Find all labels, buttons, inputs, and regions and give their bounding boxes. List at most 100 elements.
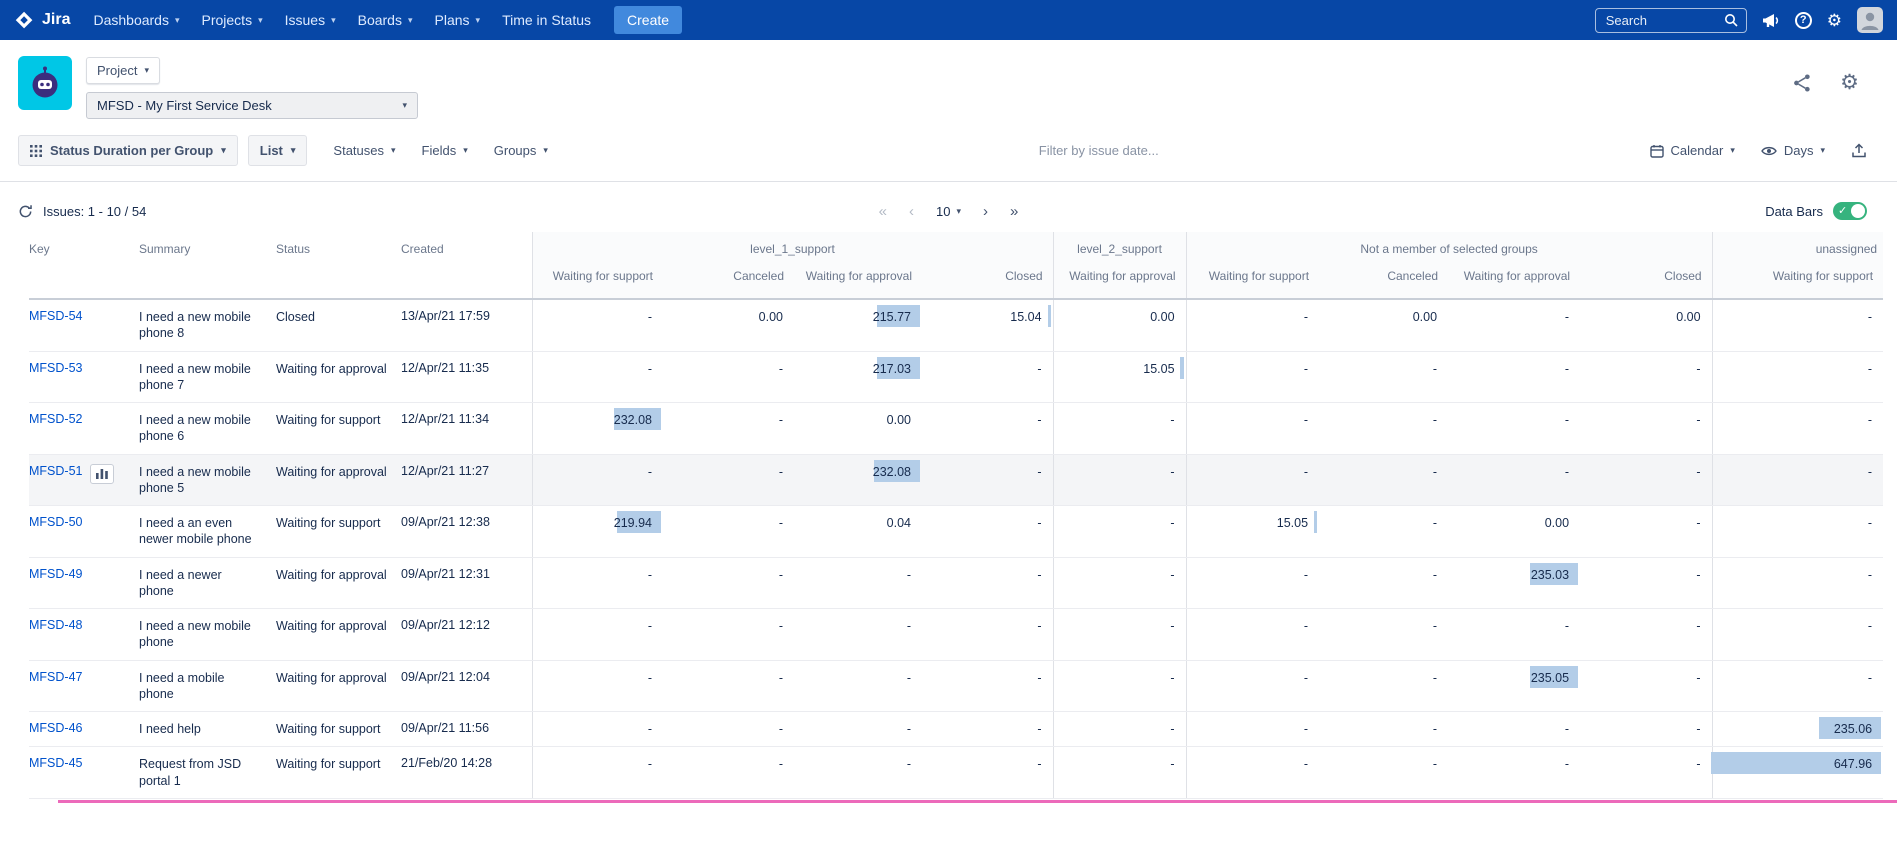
- create-button[interactable]: Create: [614, 6, 682, 34]
- bar-chart-icon[interactable]: [90, 464, 114, 484]
- groups-dropdown[interactable]: Groups▾: [494, 143, 548, 158]
- summary-cell: I need a new mobile phone 6: [139, 403, 276, 455]
- chevron-down-icon: ▾: [1730, 146, 1735, 155]
- status-column-header[interactable]: Waiting for support: [1186, 260, 1319, 299]
- issue-row: MFSD-45Request from JSD portal 1Waiting …: [29, 747, 1883, 799]
- status-column-header[interactable]: Canceled: [663, 260, 794, 299]
- nav-item-issues[interactable]: Issues▾: [274, 12, 347, 28]
- project-avatar[interactable]: [18, 56, 72, 110]
- issue-row: MFSD-52I need a new mobile phone 6Waitin…: [29, 403, 1883, 455]
- issue-key-link[interactable]: MFSD-46: [29, 721, 82, 735]
- chevron-down-icon: ▾: [144, 66, 149, 75]
- project-header: Project▾ MFSD - My First Service Desk▾ ⚙: [0, 40, 1897, 127]
- time-unit-dropdown[interactable]: Days ▾: [1761, 143, 1825, 158]
- prev-page-button[interactable]: ‹: [909, 203, 914, 220]
- calendar-dropdown[interactable]: Calendar ▾: [1650, 143, 1735, 158]
- issue-key-link[interactable]: MFSD-52: [29, 412, 82, 426]
- group-header: level_2_support: [1053, 232, 1186, 260]
- settings-gear-icon[interactable]: ⚙: [1827, 12, 1842, 29]
- bottom-accent-line: [58, 800, 1897, 803]
- issue-key-link[interactable]: MFSD-54: [29, 309, 82, 323]
- column-header-summary[interactable]: Summary: [139, 232, 276, 299]
- status-column-header[interactable]: Waiting for approval: [794, 260, 922, 299]
- chevron-down-icon: ▾: [543, 146, 548, 155]
- duration-cell: -: [1319, 351, 1448, 403]
- status-column-header[interactable]: Closed: [922, 260, 1053, 299]
- duration-cell: -: [1186, 403, 1319, 455]
- status-column-header[interactable]: Waiting for support: [1712, 260, 1883, 299]
- search-box[interactable]: [1595, 8, 1747, 33]
- chevron-down-icon: ▾: [331, 16, 336, 25]
- nav-item-plans[interactable]: Plans▾: [424, 12, 492, 28]
- share-icon[interactable]: [1792, 73, 1812, 93]
- duration-cell: 232.08: [794, 454, 922, 506]
- report-type-button[interactable]: Status Duration per Group ▾: [18, 135, 238, 166]
- issue-key-link[interactable]: MFSD-50: [29, 515, 82, 529]
- column-header-key[interactable]: Key: [29, 232, 139, 299]
- duration-cell: -: [1053, 747, 1186, 799]
- status-column-header[interactable]: Waiting for approval: [1053, 260, 1186, 299]
- duration-cell: -: [1319, 660, 1448, 712]
- duration-cell: -: [794, 660, 922, 712]
- status-column-header[interactable]: Waiting for support: [532, 260, 663, 299]
- announcement-icon[interactable]: [1762, 13, 1780, 28]
- status-column-header[interactable]: Waiting for approval: [1448, 260, 1580, 299]
- duration-cell: -: [663, 609, 794, 661]
- issue-key-link[interactable]: MFSD-51: [29, 464, 82, 478]
- nav-item-projects[interactable]: Projects▾: [191, 12, 274, 28]
- project-select[interactable]: MFSD - My First Service Desk▾: [86, 92, 418, 119]
- nav-item-boards[interactable]: Boards▾: [347, 12, 424, 28]
- status-cell: Closed: [276, 299, 401, 351]
- duration-cell: -: [532, 609, 663, 661]
- duration-cell: -: [1580, 557, 1712, 609]
- refresh-icon[interactable]: [18, 204, 33, 219]
- key-cell: MFSD-48: [29, 609, 139, 661]
- fields-dropdown[interactable]: Fields▾: [422, 143, 468, 158]
- search-input[interactable]: [1604, 12, 1716, 29]
- issue-row: MFSD-53I need a new mobile phone 7Waitin…: [29, 351, 1883, 403]
- column-header-created[interactable]: Created: [401, 232, 532, 299]
- summary-cell: I need a new mobile phone 7: [139, 351, 276, 403]
- chevron-down-icon: ▾: [291, 146, 296, 155]
- issue-key-link[interactable]: MFSD-48: [29, 618, 82, 632]
- next-page-button[interactable]: ›: [983, 203, 988, 220]
- user-avatar[interactable]: [1857, 7, 1883, 33]
- duration-cell: -: [922, 660, 1053, 712]
- export-icon[interactable]: [1851, 143, 1867, 159]
- last-page-button[interactable]: »: [1010, 203, 1018, 220]
- issue-key-link[interactable]: MFSD-53: [29, 361, 82, 375]
- issue-key-link[interactable]: MFSD-47: [29, 670, 82, 684]
- duration-cell: 15.04: [922, 299, 1053, 351]
- duration-cell: -: [794, 609, 922, 661]
- status-column-header[interactable]: Canceled: [1319, 260, 1448, 299]
- issue-key-link[interactable]: MFSD-49: [29, 567, 82, 581]
- brand-name: Jira: [42, 11, 70, 29]
- duration-cell: -: [922, 747, 1053, 799]
- issue-date-filter-input[interactable]: [979, 142, 1219, 159]
- column-header-status[interactable]: Status: [276, 232, 401, 299]
- view-mode-button[interactable]: List ▾: [248, 135, 308, 166]
- page-size-dropdown[interactable]: 10▾: [936, 204, 961, 219]
- project-type-dropdown[interactable]: Project▾: [86, 57, 160, 84]
- top-navbar: Jira Dashboards▾ Projects▾ Issues▾ Board…: [0, 0, 1897, 40]
- statuses-dropdown[interactable]: Statuses▾: [333, 143, 395, 158]
- duration-cell: -: [1186, 712, 1319, 747]
- duration-cell: -: [1186, 660, 1319, 712]
- calendar-icon: [1650, 144, 1664, 158]
- duration-cell: -: [532, 299, 663, 351]
- duration-cell: -: [1186, 454, 1319, 506]
- duration-cell: -: [1319, 712, 1448, 747]
- nav-item-time-in-status[interactable]: Time in Status: [491, 12, 602, 28]
- data-bars-toggle[interactable]: ✓: [1833, 202, 1867, 220]
- data-bars-label: Data Bars: [1765, 204, 1823, 219]
- duration-cell: -: [663, 747, 794, 799]
- help-icon[interactable]: ?: [1795, 12, 1812, 29]
- duration-cell: -: [1580, 712, 1712, 747]
- status-column-header[interactable]: Closed: [1580, 260, 1712, 299]
- first-page-button[interactable]: «: [879, 203, 887, 220]
- report-settings-gear-icon[interactable]: ⚙: [1840, 72, 1859, 93]
- jira-logo[interactable]: Jira: [14, 10, 70, 31]
- nav-item-dashboards[interactable]: Dashboards▾: [82, 12, 190, 28]
- issue-key-link[interactable]: MFSD-45: [29, 756, 82, 770]
- status-cell: Waiting for approval: [276, 660, 401, 712]
